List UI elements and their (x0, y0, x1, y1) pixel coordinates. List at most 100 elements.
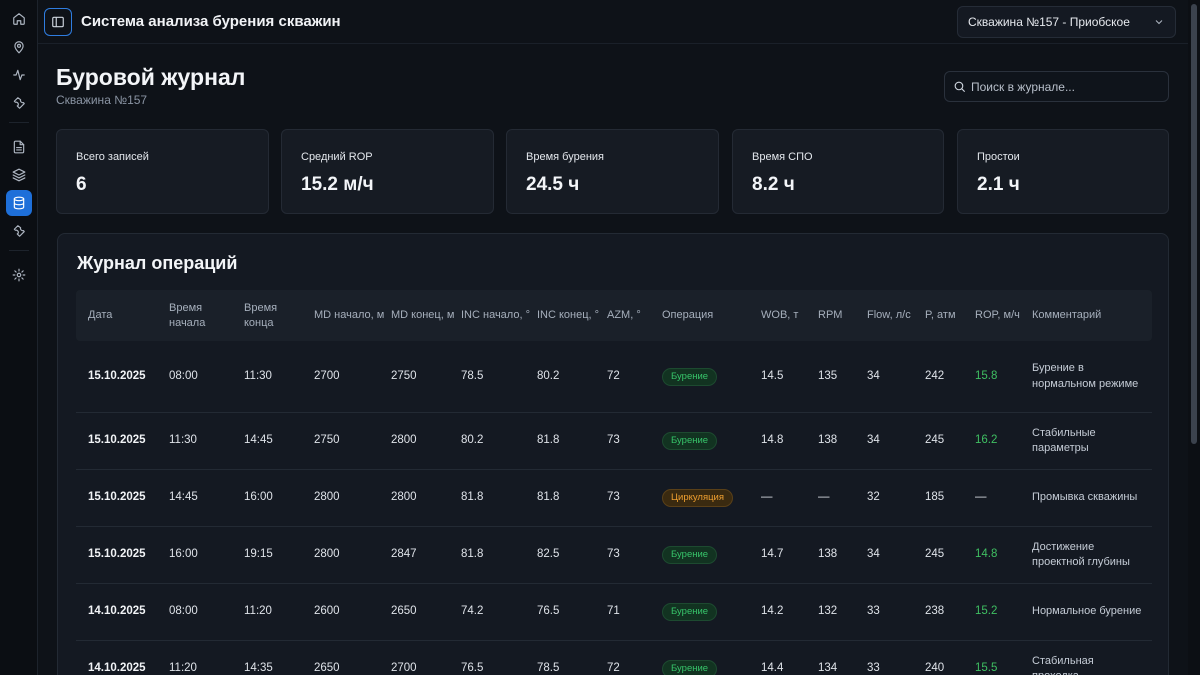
sidebar-toggle-button[interactable] (44, 8, 72, 36)
cell-value: Промывка скважины (1032, 491, 1138, 504)
column-header-md-start[interactable]: MD начало, м (314, 290, 386, 341)
cell-value: 245 (925, 434, 945, 447)
journal-title: Журнал операций (77, 253, 238, 273)
cell-value: Нормальное бурение (1032, 605, 1142, 618)
column-header-inc-end[interactable]: INC конец, ° (537, 290, 602, 341)
cell-value: 15.10.2025 (88, 491, 146, 504)
cell-value: 16.2 (975, 434, 998, 447)
column-header-md-end[interactable]: MD конец, м (391, 290, 456, 341)
cell-value: 14:45 (244, 434, 273, 447)
cell-value: 81.8 (461, 548, 484, 561)
cell-operation: Бурение (662, 413, 757, 469)
cell-value: 11:30 (244, 369, 272, 382)
operation-badge: Бурение (662, 367, 718, 386)
cell-value: 14.2 (761, 605, 784, 618)
column-header-flow[interactable]: Flow, л/с (867, 290, 919, 341)
cell-md-start: 2650 (314, 641, 386, 675)
column-header-rop[interactable]: ROP, м/ч (975, 290, 1027, 341)
stat-card-trip-time: Время СПО 8.2 ч (732, 129, 944, 214)
search-input[interactable] (971, 72, 1161, 101)
column-header-operation[interactable]: Операция (662, 290, 757, 341)
cell-value: 19:15 (244, 548, 273, 561)
sidebar-item-service[interactable] (6, 218, 32, 244)
cell-value: 135 (818, 369, 838, 382)
scrollbar-thumb[interactable] (1191, 4, 1197, 444)
sidebar-item-documents[interactable] (6, 134, 32, 160)
column-header-date[interactable]: Дата (88, 290, 164, 341)
stat-card-downtime: Простои 2.1 ч (957, 129, 1169, 214)
cell-value: 14:35 (244, 662, 273, 675)
cell-operation: Бурение (662, 527, 757, 583)
home-icon (13, 13, 25, 25)
sidebar-item-tools[interactable] (6, 90, 32, 116)
sidebar-item-activity[interactable] (6, 62, 32, 88)
cell-pressure: 245 (925, 413, 971, 469)
cell-value: 73 (607, 548, 620, 561)
cell-rop: 15.8 (975, 341, 1027, 412)
table-row[interactable]: 14.10.2025 08:00 11:20 2600 2650 74.2 76.5 71 Бу… (76, 584, 1152, 641)
sidebar-item-home[interactable] (6, 6, 32, 32)
cell-md-end: 2847 (391, 527, 456, 583)
cell-wob: 14.7 (761, 527, 813, 583)
sidebar-item-map[interactable] (6, 34, 32, 60)
cell-end-time: 14:35 (244, 641, 309, 675)
stat-label: Средний ROP (301, 151, 373, 163)
cell-value: Достижение проектной глубины (1032, 540, 1130, 569)
well-select[interactable]: Скважина №157 - Приобское (957, 6, 1176, 38)
cell-value: — (761, 491, 773, 504)
cell-value: 72 (607, 662, 620, 675)
sidebar-item-journal[interactable] (6, 190, 32, 216)
cell-operation: Бурение (662, 641, 757, 675)
cell-md-end: 2750 (391, 341, 456, 412)
table-row[interactable]: 15.10.2025 11:30 14:45 2750 2800 80.2 81.8 73 Бу… (76, 413, 1152, 470)
cell-rop: 15.2 (975, 584, 1027, 640)
cell-inc-start: 76.5 (461, 641, 531, 675)
cell-start-time: 08:00 (169, 584, 239, 640)
sidebar-item-layers[interactable] (6, 162, 32, 188)
table-row[interactable]: 15.10.2025 14:45 16:00 2800 2800 81.8 81.8 73 Ци… (76, 470, 1152, 527)
page-subtitle: Скважина №157 (56, 93, 148, 107)
column-header-end-time[interactable]: Время конца (244, 290, 309, 341)
sidebar-item-settings[interactable] (6, 262, 32, 288)
journal-search (944, 71, 1169, 102)
cell-value: 14.8 (761, 434, 784, 447)
gear-icon (12, 268, 26, 282)
cell-value: 34 (867, 434, 880, 447)
cell-value: 74.2 (461, 605, 484, 618)
cell-value: 2800 (314, 491, 340, 504)
cell-value: 14.8 (975, 548, 998, 561)
cell-value: 80.2 (537, 369, 560, 382)
cell-flow: 32 (867, 470, 919, 526)
column-header-start-time[interactable]: Время начала (169, 290, 239, 341)
cell-rpm: 138 (818, 527, 863, 583)
cell-wob: 14.5 (761, 341, 813, 412)
column-header-pressure[interactable]: P, атм (925, 290, 971, 341)
top-bar: Система анализа бурения скважин Скважина… (38, 0, 1188, 44)
cell-wob: 14.8 (761, 413, 813, 469)
cell-md-start: 2600 (314, 584, 386, 640)
cell-date: 15.10.2025 (88, 470, 164, 526)
column-header-wob[interactable]: WOB, т (761, 290, 813, 341)
operation-badge: Бурение (662, 432, 718, 450)
cell-value: — (975, 491, 987, 504)
cell-azm: 71 (607, 584, 657, 640)
column-header-comment[interactable]: Комментарий (1032, 290, 1142, 341)
page-scrollbar[interactable] (1188, 0, 1200, 675)
table-row[interactable]: 15.10.2025 08:00 11:30 2700 2750 78.5 80.2 72 Бу… (76, 341, 1152, 413)
column-header-rpm[interactable]: RPM (818, 290, 863, 341)
layers-icon (12, 168, 26, 182)
cell-md-start: 2700 (314, 341, 386, 412)
cell-value: 15.10.2025 (88, 548, 146, 561)
column-header-inc-start[interactable]: INC начало, ° (461, 290, 531, 341)
cell-value: 15.5 (975, 662, 998, 675)
database-icon (13, 196, 25, 210)
table-row[interactable]: 15.10.2025 16:00 19:15 2800 2847 81.8 82.5 73 Бу… (76, 527, 1152, 584)
search-icon (954, 81, 965, 92)
cell-rpm: 135 (818, 341, 863, 412)
table-row[interactable]: 14.10.2025 11:20 14:35 2650 2700 76.5 78.5 72 Бу… (76, 641, 1152, 675)
cell-pressure: 185 (925, 470, 971, 526)
cell-value: 73 (607, 434, 620, 447)
cell-start-time: 11:30 (169, 413, 239, 469)
column-header-azm[interactable]: AZM, ° (607, 290, 657, 341)
cell-rop: 16.2 (975, 413, 1027, 469)
